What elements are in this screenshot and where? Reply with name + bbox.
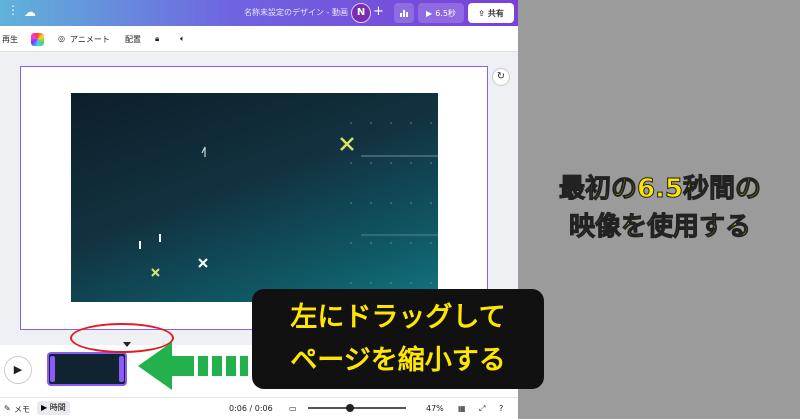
grid-view-icon[interactable]: ▦ [458, 404, 466, 413]
play-icon: ▶ [426, 8, 433, 18]
menu-dots-icon[interactable]: ⋮ [7, 3, 19, 17]
zoom-level[interactable]: 47% [426, 404, 444, 413]
instruction-line-2: ページを縮小する [290, 345, 506, 376]
animate-button[interactable]: アニメート [70, 34, 110, 45]
share-button[interactable]: ⇪ 共有 [468, 3, 514, 23]
zoom-slider[interactable] [308, 407, 406, 409]
design-title[interactable]: 名称未設定のデザイン - 動画 [244, 7, 348, 18]
bottom-bar: ✎ メモ 0:06 / 0:06 ▭ 47% ▦ ⤢ ? [0, 397, 518, 419]
zoom-slider-knob[interactable] [346, 404, 354, 412]
fullscreen-icon[interactable]: ⤢ [479, 404, 485, 414]
video-frame-graphic [139, 122, 438, 284]
page-thumbnail[interactable] [47, 352, 127, 386]
time-icon: ▶︎ [41, 403, 50, 412]
toolbar-play-label[interactable]: 再生 [2, 34, 18, 45]
share-icon: ⇪ [478, 8, 485, 18]
volume-icon[interactable]: 🔈︎ [180, 34, 185, 44]
insights-button[interactable] [394, 3, 414, 23]
position-button[interactable]: 配置 [125, 34, 141, 45]
cloud-icon[interactable]: ☁ [24, 5, 38, 19]
add-collaborator-icon[interactable]: + [373, 4, 384, 19]
color-picker-icon[interactable] [31, 33, 44, 46]
regenerate-icon[interactable]: ↻ [492, 68, 510, 86]
lock-icon[interactable]: 🔒︎ [155, 34, 159, 44]
instruction-text: 左にドラッグして ページを縮小する [252, 296, 544, 382]
thumbnail-left-handle[interactable] [50, 356, 55, 382]
notes-button[interactable]: メモ [14, 404, 30, 415]
avatar[interactable]: N [351, 3, 371, 23]
context-toolbar: 再生 ◎ アニメート 配置 🔒︎ 🔈︎ [0, 26, 518, 52]
notes-icon[interactable]: ✎ [4, 404, 11, 413]
play-duration-label: 6.5秒 [435, 8, 456, 18]
share-label: 共有 [487, 8, 504, 18]
time-toggle[interactable]: ▶︎ 時間 [37, 401, 70, 415]
drag-left-arrow-icon [138, 342, 248, 390]
monitor-icon[interactable]: ▭ [289, 404, 297, 413]
caption-line-1: 最初の6.5秒間の [558, 174, 762, 205]
caption-line-2: 映像を使用する [568, 212, 751, 243]
animate-icon: ◎ [58, 34, 65, 43]
caption-text: 最初の6.5秒間の 映像を使用する [524, 170, 796, 246]
time-label: 時間 [49, 403, 66, 412]
instruction-line-1: 左にドラッグして [290, 302, 506, 333]
bar-chart-icon [400, 10, 408, 17]
timeline-play-button[interactable]: ▶ [4, 356, 32, 384]
play-preview-button[interactable]: ▶ 6.5秒 [418, 3, 464, 23]
video-clip[interactable] [71, 93, 438, 302]
help-icon[interactable]: ? [499, 404, 503, 413]
timecode: 0:06 / 0:06 [229, 404, 273, 413]
thumbnail-right-handle[interactable] [119, 356, 124, 382]
